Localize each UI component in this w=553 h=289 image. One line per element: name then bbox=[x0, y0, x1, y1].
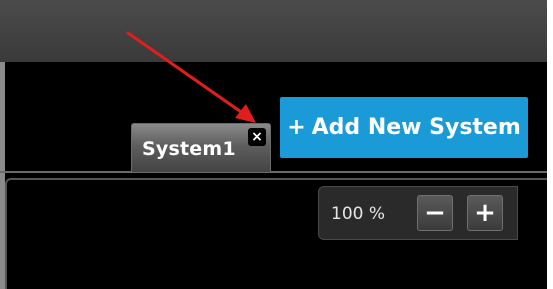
tab-system1[interactable]: System1 × bbox=[131, 123, 271, 172]
tab-divider bbox=[0, 171, 547, 173]
zoom-out-button[interactable]: − bbox=[417, 195, 453, 231]
minus-icon: − bbox=[424, 198, 446, 228]
plus-icon: + bbox=[474, 198, 496, 228]
top-bar bbox=[0, 0, 547, 62]
tab-label: System1 bbox=[142, 138, 236, 160]
close-glyph: × bbox=[251, 129, 263, 145]
zoom-in-button[interactable]: + bbox=[467, 195, 503, 231]
add-new-system-button[interactable]: + Add New System bbox=[280, 97, 528, 158]
zoom-controls: 100 % − + bbox=[318, 186, 518, 240]
add-button-label: Add New System bbox=[311, 115, 521, 140]
zoom-level: 100 % bbox=[331, 204, 386, 224]
app-window: System1 × + Add New System 100 % − + bbox=[0, 0, 547, 289]
close-icon[interactable]: × bbox=[248, 128, 266, 146]
plus-icon: + bbox=[287, 115, 306, 140]
